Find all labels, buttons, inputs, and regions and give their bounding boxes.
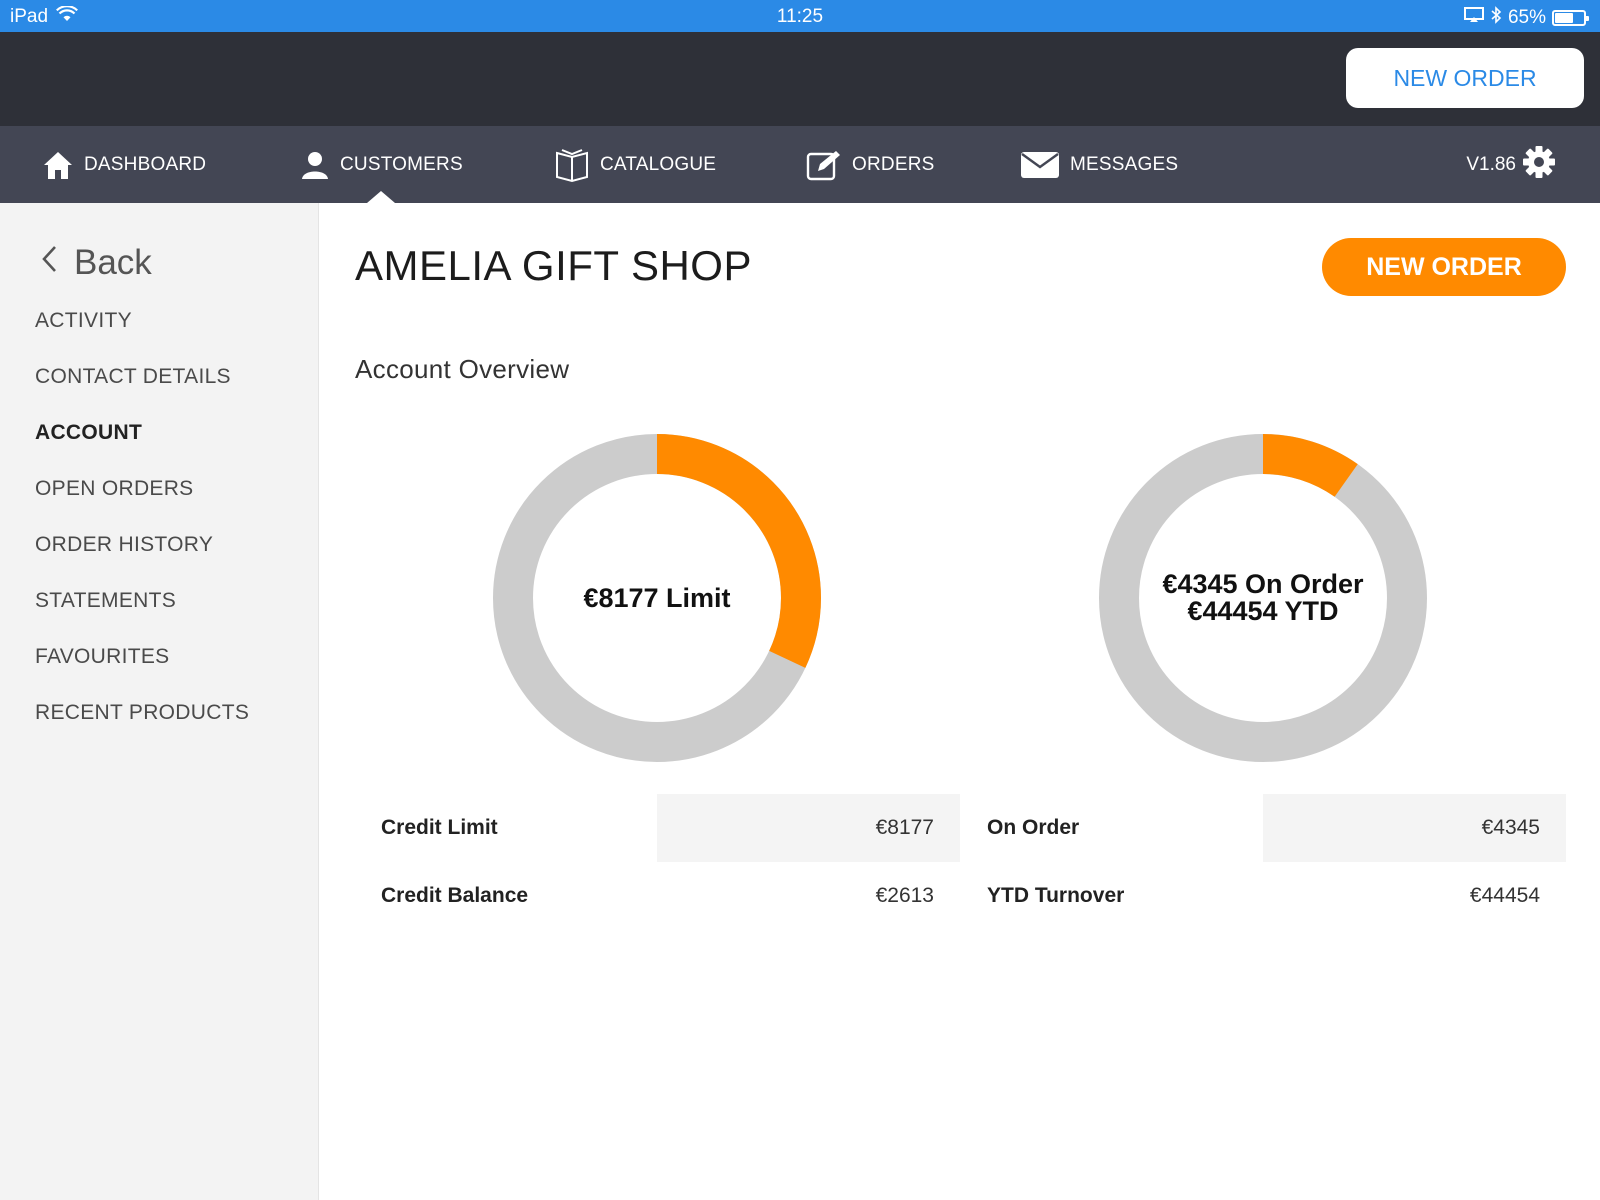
- sidebar-item-order-history[interactable]: ORDER HISTORY: [35, 533, 213, 557]
- top-header: NEW ORDER: [0, 32, 1600, 126]
- sidebar-item-activity[interactable]: ACTIVITY: [35, 309, 132, 333]
- sidebar-item-recent-products[interactable]: RECENT PRODUCTS: [35, 701, 249, 725]
- turnover-donut-chart: €4345 On Order €44454 YTD: [1095, 430, 1431, 766]
- stat-label: Credit Balance: [381, 884, 529, 907]
- nav-item-catalogue[interactable]: CATALOGUE: [554, 126, 716, 203]
- status-bar: iPad 11:25 65%: [0, 0, 1600, 32]
- nav-label-messages: MESSAGES: [1070, 153, 1179, 175]
- sidebar-item-favourites[interactable]: FAVOURITES: [35, 645, 169, 669]
- turnover-donut-label-line-1: €4345 On Order: [1162, 569, 1364, 599]
- user-icon: [300, 150, 330, 180]
- home-icon: [42, 150, 74, 180]
- stat-value: €8177: [875, 816, 934, 839]
- stat-value: €2613: [875, 884, 934, 907]
- nav-label-customers: CUSTOMERS: [340, 153, 463, 175]
- stat-row-credit-balance: Credit Balance €2613: [355, 862, 960, 930]
- nav-item-customers[interactable]: CUSTOMERS: [300, 126, 463, 203]
- page-title: AMELIA GIFT SHOP: [355, 242, 752, 289]
- stat-value: €4345: [1481, 816, 1540, 839]
- airplay-icon: [1463, 7, 1484, 29]
- version-label: V1.86: [1466, 153, 1516, 175]
- stat-value: €44454: [1469, 884, 1540, 907]
- edit-icon: [806, 149, 842, 181]
- main-nav: DASHBOARD CUSTOMERS CATALOGUE ORDERS MES…: [0, 126, 1600, 203]
- back-button[interactable]: Back: [40, 243, 152, 283]
- stat-label: Credit Limit: [381, 816, 498, 839]
- chevron-left-icon: [40, 243, 58, 283]
- turnover-donut-label-line-2: €44454 YTD: [1187, 596, 1339, 626]
- turnover-donut-label: €4345 On Order €44454 YTD: [1095, 430, 1431, 766]
- credit-donut-label: €8177 Limit: [489, 430, 825, 766]
- version-settings[interactable]: V1.86: [1466, 126, 1556, 203]
- bluetooth-icon: [1490, 6, 1502, 30]
- nav-item-dashboard[interactable]: DASHBOARD: [42, 126, 206, 203]
- battery-fill: [1555, 13, 1573, 23]
- nav-item-messages[interactable]: MESSAGES: [1020, 126, 1178, 203]
- credit-donut-chart: €8177 Limit: [489, 430, 825, 766]
- nav-label-dashboard: DASHBOARD: [84, 153, 207, 175]
- battery-percent: 65%: [1507, 7, 1546, 28]
- section-title: Account Overview: [355, 354, 570, 384]
- account-sidebar: Back ACTIVITY CONTACT DETAILS ACCOUNT OP…: [0, 203, 319, 1200]
- nav-item-orders[interactable]: ORDERS: [806, 126, 935, 203]
- sidebar-item-open-orders[interactable]: OPEN ORDERS: [35, 477, 194, 501]
- stat-label: YTD Turnover: [987, 884, 1125, 907]
- stat-row-on-order: On Order €4345: [961, 794, 1566, 862]
- sidebar-item-statements[interactable]: STATEMENTS: [35, 589, 176, 613]
- nav-label-orders: ORDERS: [852, 153, 935, 175]
- new-order-button[interactable]: NEW ORDER: [1322, 238, 1566, 296]
- sidebar-item-account[interactable]: ACCOUNT: [35, 421, 142, 445]
- nav-label-catalogue: CATALOGUE: [600, 153, 717, 175]
- credit-donut-label-line: €8177 Limit: [583, 582, 731, 613]
- stat-row-ytd-turnover: YTD Turnover €44454: [961, 862, 1566, 930]
- stat-row-credit-limit: Credit Limit €8177: [355, 794, 960, 862]
- gear-icon[interactable]: [1522, 145, 1556, 185]
- status-time: 11:25: [776, 6, 824, 27]
- stat-label: On Order: [987, 816, 1080, 839]
- sidebar-item-contact-details[interactable]: CONTACT DETAILS: [35, 365, 231, 389]
- new-order-header-button[interactable]: NEW ORDER: [1346, 48, 1584, 108]
- envelope-icon: [1020, 150, 1060, 180]
- book-icon: [554, 147, 590, 183]
- battery-icon: [1552, 10, 1589, 26]
- back-label: Back: [74, 243, 152, 282]
